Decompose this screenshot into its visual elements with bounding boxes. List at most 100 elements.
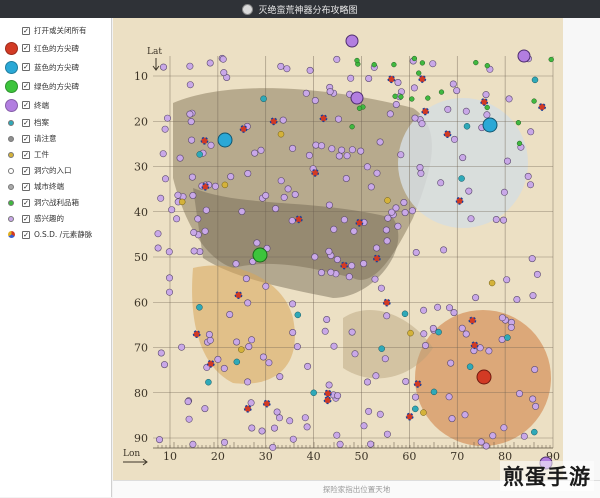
interest-marker	[364, 378, 372, 386]
interest-marker	[168, 206, 176, 214]
interest-marker	[272, 205, 280, 213]
interest-marker	[248, 424, 256, 432]
legend-checkbox[interactable]: ✓	[22, 198, 30, 207]
interest-marker	[472, 294, 480, 302]
interest-marker	[244, 299, 252, 307]
interest-marker	[253, 239, 261, 247]
legend-row[interactable]: ✓ 洞穴战利品箱	[0, 195, 111, 210]
interest-marker	[326, 88, 334, 96]
interest-marker	[190, 247, 198, 255]
osd-marker	[319, 114, 328, 123]
legend-row[interactable]: ✓ 洞穴的入口	[0, 163, 111, 178]
interest-marker	[465, 187, 473, 195]
interest-marker	[347, 74, 355, 82]
interest-marker	[383, 312, 391, 320]
interest-marker	[336, 440, 344, 448]
legend-row[interactable]: ✓ 打开或关闭所有	[0, 23, 111, 38]
legend-marker-icon	[0, 231, 22, 238]
legend-label: 请注意	[34, 134, 57, 143]
legend-checkbox[interactable]: ✓	[22, 26, 30, 35]
legend-marker-icon	[0, 79, 22, 93]
interest-marker	[429, 324, 437, 332]
interest-marker	[360, 260, 368, 268]
legend-row[interactable]: ✓ O.S.D. /元素静脉	[0, 227, 111, 242]
legend-checkbox[interactable]: ✓	[22, 182, 30, 191]
legend-row[interactable]: ✓ 终端	[0, 96, 111, 114]
legend-checkbox[interactable]: ✓	[22, 101, 30, 109]
dossier-marker	[466, 363, 474, 370]
legend-row[interactable]: ✓ 档案	[0, 115, 111, 130]
interest-marker	[220, 69, 228, 77]
interest-marker	[507, 323, 515, 331]
map-canvas[interactable]: 10 20 30 40 50 60 70 80 90 10 20 30 40 50 60 70 80 90 Lat L…	[113, 18, 563, 480]
interest-marker	[401, 209, 409, 217]
legend-marker-icon	[0, 151, 22, 158]
legend-marker-icon	[0, 41, 22, 55]
legend-row[interactable]: ✓ 感兴趣的	[0, 211, 111, 226]
interest-marker	[189, 192, 197, 200]
legend-row[interactable]: ✓ 红色的方尖碑	[0, 39, 111, 57]
cave-loot-marker	[516, 140, 523, 147]
interest-marker	[445, 393, 453, 401]
osd-marker	[206, 359, 215, 368]
legend-checkbox[interactable]: ✓	[22, 230, 30, 239]
interest-marker	[303, 423, 311, 431]
interest-marker	[321, 327, 329, 335]
interest-marker	[334, 392, 342, 400]
interest-marker	[325, 247, 333, 255]
legend-label: 绿色的方尖碑	[34, 81, 79, 91]
dossier-marker	[458, 175, 465, 182]
blue-obelisk-marker	[482, 117, 498, 133]
legend-checkbox[interactable]: ✓	[22, 150, 30, 159]
interest-marker	[420, 330, 428, 338]
lat-tick-label: 70	[134, 342, 148, 355]
legend-row[interactable]: ✓ 城市终端	[0, 179, 111, 194]
lon-tick-label: 40	[307, 450, 321, 463]
cave-loot-marker	[548, 56, 554, 63]
interest-marker	[410, 84, 418, 92]
interest-marker	[219, 55, 227, 63]
legend-checkbox[interactable]: ✓	[22, 118, 30, 127]
interest-marker	[348, 146, 356, 154]
interest-marker	[325, 381, 333, 389]
osd-marker	[421, 107, 430, 116]
interest-marker	[342, 175, 350, 183]
artifact-marker	[221, 181, 229, 189]
cave-loot-marker	[425, 95, 431, 101]
legend-row[interactable]: ✓ 绿色的方尖碑	[0, 77, 111, 95]
map-svg[interactable]: 10203040506070809010 20 30 40 50 60 70 80 90LatL…	[113, 18, 563, 480]
interest-marker	[165, 274, 173, 282]
legend-checkbox[interactable]: ✓	[22, 44, 30, 52]
interest-marker	[434, 303, 442, 311]
interest-marker	[477, 438, 485, 446]
interest-marker	[289, 328, 297, 336]
interest-marker	[503, 157, 511, 165]
legend-row[interactable]: ✓ 请注意	[0, 131, 111, 146]
interest-marker	[262, 282, 270, 290]
legend-checkbox[interactable]: ✓	[22, 82, 30, 90]
interest-marker	[467, 215, 475, 223]
osd-marker	[387, 75, 396, 84]
legend-checkbox[interactable]: ✓	[22, 63, 30, 71]
terminal-marker	[517, 49, 531, 63]
dossier-marker	[378, 345, 385, 352]
legend-checkbox[interactable]: ✓	[22, 166, 30, 175]
interest-marker	[154, 230, 162, 238]
legend-row[interactable]: ✓ 工件	[0, 147, 111, 162]
interest-marker	[304, 362, 312, 370]
osd-marker	[323, 389, 332, 398]
legend-checkbox[interactable]: ✓	[22, 134, 30, 143]
interest-marker	[283, 65, 291, 73]
interest-marker	[262, 192, 270, 200]
interest-marker	[500, 424, 508, 432]
cave-loot-marker	[484, 104, 490, 111]
legend-row[interactable]: ✓ 蓝色的方尖碑	[0, 58, 111, 76]
interest-marker	[312, 141, 320, 149]
legend-checkbox[interactable]: ✓	[22, 214, 30, 223]
interest-marker	[351, 350, 359, 358]
dossier-marker	[196, 304, 203, 311]
interest-marker	[376, 138, 384, 146]
interest-marker	[185, 415, 193, 423]
cave-loot-marker	[416, 70, 422, 76]
interest-marker	[206, 336, 214, 344]
